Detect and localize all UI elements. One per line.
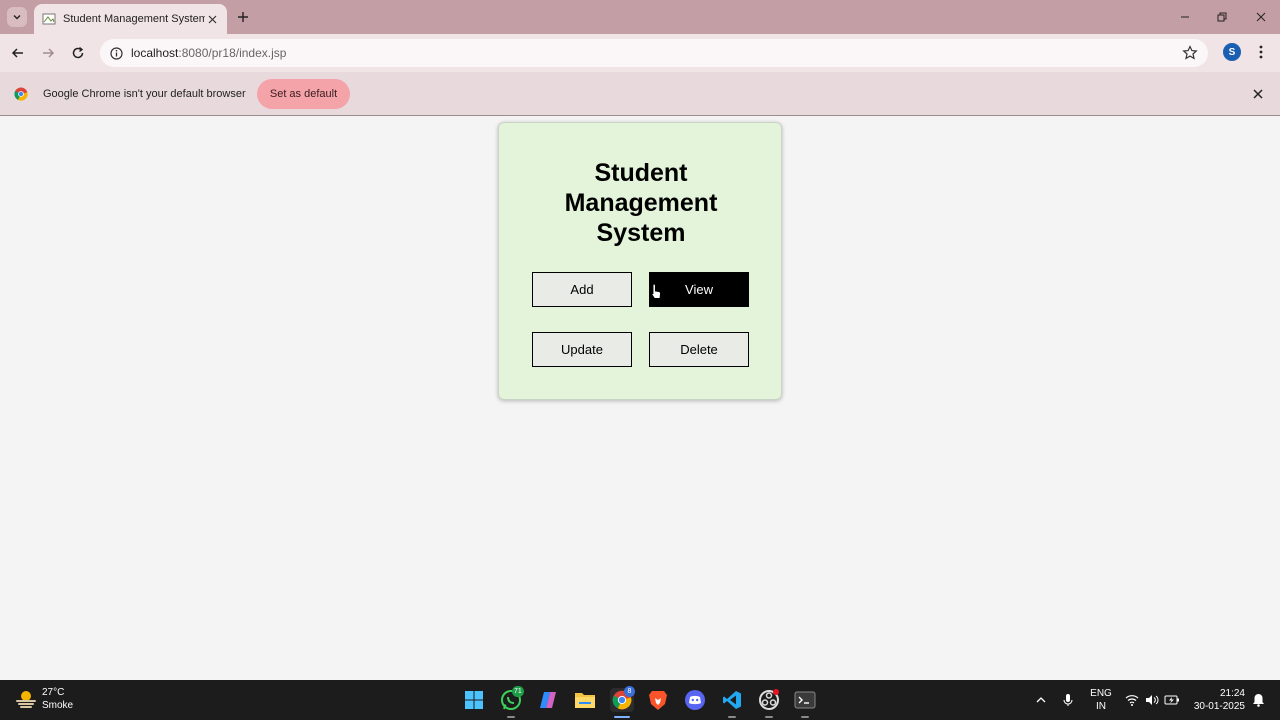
microphone-tray-button[interactable] bbox=[1060, 692, 1076, 708]
main-card: Student Management System Add View Updat… bbox=[498, 122, 782, 400]
page-title-line: Student bbox=[594, 159, 688, 187]
chrome-badge: 8 bbox=[624, 686, 635, 697]
wifi-tray-button[interactable] bbox=[1124, 692, 1140, 708]
browser-tab-active[interactable]: Student Management System bbox=[34, 4, 227, 34]
close-icon bbox=[1256, 12, 1266, 22]
site-info-icon[interactable] bbox=[109, 46, 123, 60]
language-code: ENG bbox=[1090, 688, 1112, 699]
default-browser-infobar: Google Chrome isn't your default browser… bbox=[0, 72, 1280, 116]
kebab-menu-icon bbox=[1259, 45, 1263, 59]
page-title: Student Management System bbox=[499, 158, 783, 248]
terminal-icon bbox=[794, 691, 816, 709]
chevron-down-icon bbox=[13, 15, 21, 20]
discord-taskbar-button[interactable] bbox=[683, 688, 707, 712]
battery-tray-button[interactable] bbox=[1164, 692, 1180, 708]
arrow-right-icon bbox=[43, 48, 55, 58]
clock-date: 30-01-2025 bbox=[1193, 701, 1245, 712]
close-icon bbox=[1253, 89, 1263, 99]
region-code: IN bbox=[1096, 701, 1106, 712]
copilot-icon bbox=[540, 692, 556, 708]
file-explorer-taskbar-button[interactable] bbox=[573, 688, 597, 712]
obs-taskbar-button[interactable] bbox=[757, 688, 781, 712]
new-tab-button[interactable] bbox=[234, 8, 252, 26]
chrome-logo-icon bbox=[14, 87, 28, 101]
weather-smoke-icon bbox=[16, 691, 36, 708]
bell-icon bbox=[1252, 694, 1264, 707]
browser-tabstrip: Student Management System bbox=[0, 0, 1280, 34]
reload-button[interactable] bbox=[69, 44, 87, 62]
battery-charging-icon bbox=[1164, 695, 1179, 705]
tab-title: Student Management System bbox=[63, 13, 205, 25]
brave-taskbar-button[interactable] bbox=[646, 688, 670, 712]
page-favicon-icon bbox=[42, 13, 56, 25]
restore-window-button[interactable] bbox=[1213, 8, 1231, 26]
windows-logo-icon bbox=[465, 691, 483, 709]
page-title-line: Management bbox=[564, 189, 718, 217]
weather-description: Smoke bbox=[42, 700, 74, 711]
input-language-indicator[interactable]: ENG IN bbox=[1090, 687, 1112, 713]
tab-close-button[interactable] bbox=[205, 12, 219, 26]
copilot-taskbar-button[interactable] bbox=[536, 688, 560, 712]
volume-tray-button[interactable] bbox=[1144, 692, 1160, 708]
set-as-default-button[interactable]: Set as default bbox=[257, 79, 350, 109]
running-indicator bbox=[765, 716, 773, 718]
discord-icon bbox=[685, 690, 705, 710]
vscode-taskbar-button[interactable] bbox=[720, 688, 744, 712]
weather-widget[interactable]: 27°C Smoke bbox=[14, 686, 73, 712]
reload-icon bbox=[72, 46, 84, 59]
back-button[interactable] bbox=[9, 44, 27, 62]
close-icon bbox=[208, 15, 216, 23]
browser-toolbar: localhost:8080/pr18/index.jsp S bbox=[0, 34, 1280, 72]
chevron-up-icon bbox=[1036, 697, 1046, 703]
browser-menu-button[interactable] bbox=[1253, 43, 1269, 61]
vscode-icon bbox=[723, 691, 741, 709]
wifi-icon bbox=[1125, 695, 1139, 706]
running-indicator bbox=[728, 716, 736, 718]
address-bar[interactable]: localhost:8080/pr18/index.jsp bbox=[100, 39, 1208, 67]
obs-icon bbox=[759, 689, 779, 710]
whatsapp-unread-badge: 71 bbox=[512, 686, 524, 697]
update-button[interactable]: Update bbox=[532, 332, 632, 367]
terminal-taskbar-button[interactable] bbox=[793, 688, 817, 712]
infobar-close-button[interactable] bbox=[1250, 86, 1266, 102]
minimize-window-button[interactable] bbox=[1176, 8, 1194, 26]
active-app-indicator bbox=[614, 716, 630, 718]
start-button[interactable] bbox=[462, 688, 486, 712]
clock-time: 21:24 bbox=[1219, 688, 1245, 699]
minimize-icon bbox=[1181, 16, 1189, 18]
close-window-button[interactable] bbox=[1252, 8, 1270, 26]
notifications-button[interactable] bbox=[1250, 692, 1266, 708]
profile-avatar[interactable]: S bbox=[1223, 43, 1241, 61]
add-button[interactable]: Add bbox=[532, 272, 632, 307]
infobar-message: Google Chrome isn't your default browser bbox=[43, 88, 246, 100]
url-path: :8080/pr18/index.jsp bbox=[178, 46, 287, 60]
brave-lion-icon bbox=[649, 691, 667, 710]
arrow-left-icon bbox=[11, 48, 23, 58]
running-indicator bbox=[801, 716, 809, 718]
url-host: localhost bbox=[131, 46, 179, 60]
windows-taskbar: 27°C Smoke 71 8 ENG IN 21:24 30-01-2025 bbox=[0, 680, 1280, 720]
system-clock[interactable]: 21:24 30-01-2025 bbox=[1188, 687, 1245, 713]
view-button[interactable]: View bbox=[649, 272, 749, 307]
forward-button[interactable] bbox=[39, 44, 57, 62]
restore-icon bbox=[1217, 12, 1227, 22]
microphone-icon bbox=[1063, 694, 1073, 706]
tab-search-button[interactable] bbox=[7, 7, 27, 27]
plus-icon bbox=[238, 12, 248, 22]
page-title-line: System bbox=[596, 219, 686, 247]
running-indicator bbox=[507, 716, 515, 718]
weather-temperature: 27°C bbox=[42, 687, 65, 698]
show-hidden-icons-button[interactable] bbox=[1033, 692, 1049, 708]
bookmark-star-icon[interactable] bbox=[1182, 45, 1198, 61]
speaker-icon bbox=[1146, 695, 1159, 705]
folder-icon bbox=[575, 693, 595, 708]
mouse-pointer-icon bbox=[650, 283, 661, 299]
delete-button[interactable]: Delete bbox=[649, 332, 749, 367]
page-viewport: Student Management System Add View Updat… bbox=[0, 117, 1280, 680]
